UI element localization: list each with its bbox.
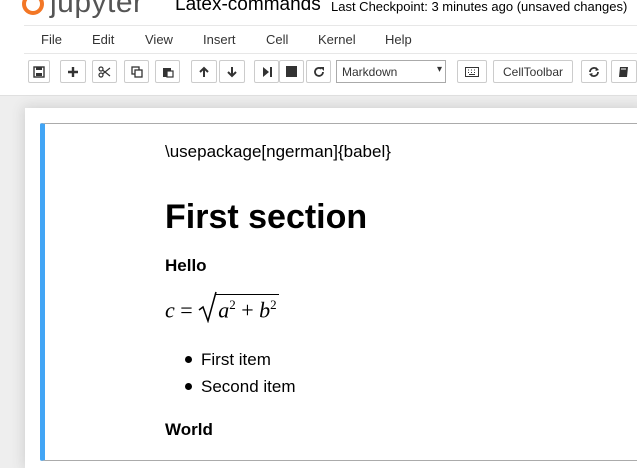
- celltoolbar-button[interactable]: CellToolbar: [493, 60, 573, 83]
- chevron-down-icon: ▾: [436, 64, 442, 75]
- menu-edit[interactable]: Edit: [92, 32, 114, 47]
- bullet-list: First item Second item: [183, 346, 296, 400]
- menu-file[interactable]: File: [41, 32, 62, 47]
- paste-icon: [162, 67, 174, 78]
- cell-type-select[interactable]: Markdown ▾: [336, 60, 446, 83]
- arrow-up-icon: [199, 66, 209, 77]
- subheading-world: World: [165, 420, 213, 439]
- latex-command-text: \usepackage[ngerman]{babel}: [165, 142, 391, 161]
- run-cell-button[interactable]: [254, 60, 279, 83]
- menu-insert[interactable]: Insert: [203, 32, 236, 47]
- subheading-hello: Hello: [165, 256, 207, 275]
- markdown-cell[interactable]: \usepackage[ngerman]{babel} First sectio…: [40, 123, 637, 461]
- checkpoint-status: Last Checkpoint: 3 minutes ago (unsaved …: [331, 0, 628, 14]
- refresh-icon: [589, 66, 599, 77]
- refresh-button[interactable]: [581, 60, 607, 83]
- list-item: Second item: [183, 373, 296, 400]
- copy-button[interactable]: [124, 60, 149, 83]
- jupyter-logo[interactable]: jupyter: [22, 0, 144, 20]
- save-button[interactable]: [28, 60, 50, 83]
- math-b: b: [259, 297, 271, 323]
- command-palette-button[interactable]: [457, 60, 487, 83]
- math-exp-b: 2: [270, 297, 277, 312]
- move-up-button[interactable]: [191, 60, 217, 83]
- notebook-container: \usepackage[ngerman]{babel} First sectio…: [25, 108, 637, 468]
- cut-button[interactable]: [92, 60, 117, 83]
- plus-icon: [68, 66, 78, 77]
- move-down-button[interactable]: [219, 60, 245, 83]
- menu-kernel[interactable]: Kernel: [318, 32, 356, 47]
- sqrt-icon: [198, 291, 217, 323]
- arrow-down-icon: [227, 66, 237, 77]
- menu-view[interactable]: View: [145, 32, 173, 47]
- presentation-button[interactable]: [611, 60, 637, 83]
- copy-icon: [130, 65, 143, 78]
- paste-button[interactable]: [155, 60, 180, 83]
- math-plus: +: [241, 297, 254, 323]
- step-forward-icon: [262, 66, 272, 77]
- notebook-header: jupyter Latex-commands Last Checkpoint: …: [0, 0, 637, 96]
- math-lhs: c: [165, 297, 175, 323]
- menu-bar: File Edit View Insert Cell Kernel Help: [24, 25, 637, 54]
- restart-icon: [313, 66, 324, 77]
- math-sqrt: a2 + b2: [198, 291, 279, 323]
- cell-type-value: Markdown: [342, 65, 398, 79]
- menu-cell[interactable]: Cell: [266, 32, 288, 47]
- cut-icon: [98, 65, 111, 78]
- stop-icon: [286, 66, 297, 77]
- menu-help[interactable]: Help: [385, 32, 412, 47]
- keyboard-icon: [465, 66, 479, 77]
- restart-kernel-button[interactable]: [306, 60, 331, 83]
- interrupt-kernel-button[interactable]: [279, 60, 304, 83]
- math-exp-a: 2: [229, 297, 236, 312]
- jupyter-logo-icon: [22, 0, 44, 16]
- list-item: First item: [183, 346, 296, 373]
- save-icon: [33, 65, 45, 78]
- math-equation: c = a2 + b2: [165, 291, 279, 330]
- notebook-title[interactable]: Latex-commands: [175, 0, 321, 16]
- logo-text: jupyter: [50, 0, 144, 19]
- math-a: a: [218, 297, 230, 323]
- heading-first-section: First section: [165, 198, 368, 236]
- book-icon: [619, 66, 628, 77]
- insert-cell-button[interactable]: [60, 60, 86, 83]
- math-equals: =: [180, 297, 193, 323]
